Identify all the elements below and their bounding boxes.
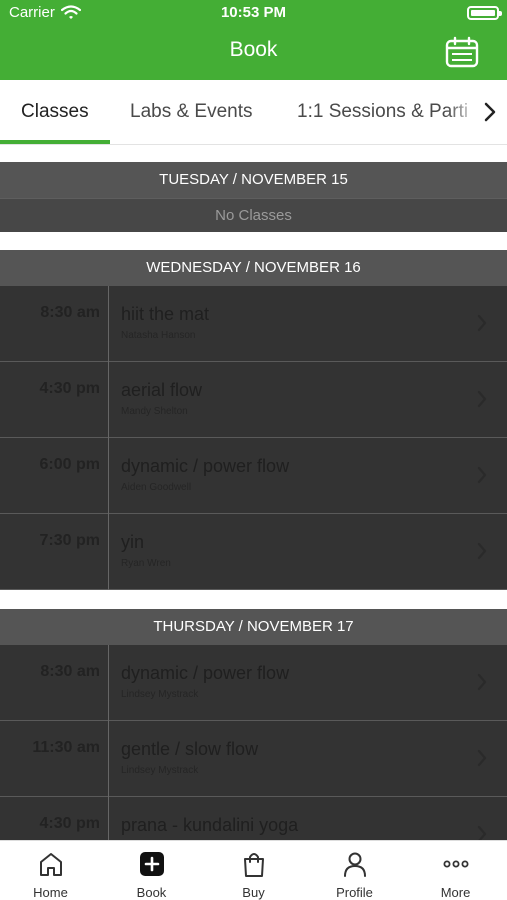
chevron-right-icon bbox=[477, 314, 487, 332]
tabbar-book[interactable]: Book bbox=[101, 841, 202, 900]
class-row[interactable]: 7:30 pm yin Ryan Wren bbox=[0, 514, 507, 590]
tab-classes[interactable]: Classes bbox=[21, 80, 89, 144]
class-time: 7:30 pm bbox=[39, 532, 100, 549]
class-name: yin bbox=[121, 532, 145, 552]
tabbar-label: Profile bbox=[336, 885, 373, 900]
divider bbox=[108, 797, 109, 840]
instructor-name: Aiden Goodwell bbox=[121, 482, 192, 493]
divider bbox=[108, 362, 109, 438]
tab-strip: Classes Labs & Events 1:1 Sessions & Par… bbox=[0, 80, 507, 144]
chevron-right-icon bbox=[477, 466, 487, 484]
divider bbox=[108, 721, 109, 797]
chevron-right-icon bbox=[477, 749, 487, 767]
instructor-name: Lindsey Mystrack bbox=[121, 765, 199, 776]
class-row[interactable]: 6:00 pm dynamic / power flow Aiden Goodw… bbox=[0, 438, 507, 514]
no-classes-label: No Classes bbox=[0, 198, 507, 232]
day-header: TUESDAY / NOVEMBER 15 bbox=[0, 162, 507, 198]
class-name: dynamic / power flow bbox=[121, 456, 290, 476]
chevron-right-icon bbox=[477, 390, 487, 408]
tabbar-buy[interactable]: Buy bbox=[203, 841, 304, 900]
shopping-bag-icon bbox=[244, 853, 264, 877]
tabbar-label: Book bbox=[136, 885, 167, 900]
chevron-right-icon bbox=[477, 542, 487, 560]
divider bbox=[108, 645, 109, 721]
home-icon bbox=[40, 853, 62, 876]
class-row[interactable]: 4:30 pm prana - kundalini yoga bbox=[0, 797, 507, 840]
instructor-name: Lindsey Mystrack bbox=[121, 689, 199, 700]
class-time: 4:30 pm bbox=[39, 815, 100, 832]
class-time: 8:30 am bbox=[40, 304, 100, 321]
class-row[interactable]: 4:30 pm aerial flow Mandy Shelton bbox=[0, 362, 507, 438]
schedule-list[interactable]: TUESDAY / NOVEMBER 15 No Classes WEDNESD… bbox=[0, 145, 507, 840]
plus-square-icon bbox=[140, 852, 164, 876]
tabbar-label: More bbox=[440, 885, 471, 900]
class-time: 11:30 am bbox=[32, 739, 100, 756]
tab-labs-events[interactable]: Labs & Events bbox=[130, 80, 253, 144]
tabbar-home[interactable]: Home bbox=[0, 841, 101, 900]
tabbar-profile[interactable]: Profile bbox=[304, 841, 405, 900]
chevron-right-icon bbox=[477, 673, 487, 691]
day-header: WEDNESDAY / NOVEMBER 16 bbox=[0, 250, 507, 286]
class-name: gentle / slow flow bbox=[121, 739, 259, 759]
class-time: 6:00 pm bbox=[39, 456, 100, 473]
tabbar-label: Home bbox=[33, 885, 68, 900]
class-time: 8:30 am bbox=[40, 663, 100, 680]
class-name: hiit the mat bbox=[121, 304, 210, 324]
chevron-right-icon[interactable] bbox=[483, 100, 497, 124]
page-title: Book bbox=[229, 38, 278, 61]
class-time: 4:30 pm bbox=[39, 380, 100, 397]
divider bbox=[108, 438, 109, 514]
instructor-name: Ryan Wren bbox=[121, 558, 171, 569]
tab-fade bbox=[447, 80, 507, 144]
class-row[interactable]: 8:30 am dynamic / power flow Lindsey Mys… bbox=[0, 645, 507, 721]
tabbar-more[interactable]: More bbox=[405, 841, 506, 900]
person-icon bbox=[344, 852, 366, 877]
ellipsis-icon bbox=[443, 860, 469, 868]
status-bar: Carrier 10:53 PM bbox=[0, 0, 507, 26]
status-time: 10:53 PM bbox=[220, 4, 287, 21]
instructor-name: Mandy Shelton bbox=[121, 406, 188, 417]
class-row[interactable]: 11:30 am gentle / slow flow Lindsey Myst… bbox=[0, 721, 507, 797]
instructor-name: Natasha Hanson bbox=[121, 330, 196, 341]
chevron-right-icon bbox=[477, 825, 487, 840]
divider bbox=[108, 286, 109, 362]
tab-sessions[interactable]: 1:1 Sessions & Parti bbox=[297, 80, 468, 144]
battery-icon bbox=[467, 6, 502, 20]
class-row[interactable]: 8:30 am hiit the mat Natasha Hanson bbox=[0, 286, 507, 362]
divider bbox=[108, 514, 109, 590]
class-name: dynamic / power flow bbox=[121, 663, 290, 683]
bottom-tab-bar: Home Book Buy Profile More bbox=[0, 840, 507, 900]
tabbar-label: Buy bbox=[242, 885, 265, 900]
day-header: THURSDAY / NOVEMBER 17 bbox=[0, 609, 507, 645]
header: Carrier 10:53 PM Book bbox=[0, 0, 507, 80]
class-name: aerial flow bbox=[121, 380, 203, 400]
calendar-icon[interactable] bbox=[445, 36, 479, 68]
class-name: prana - kundalini yoga bbox=[121, 815, 299, 835]
